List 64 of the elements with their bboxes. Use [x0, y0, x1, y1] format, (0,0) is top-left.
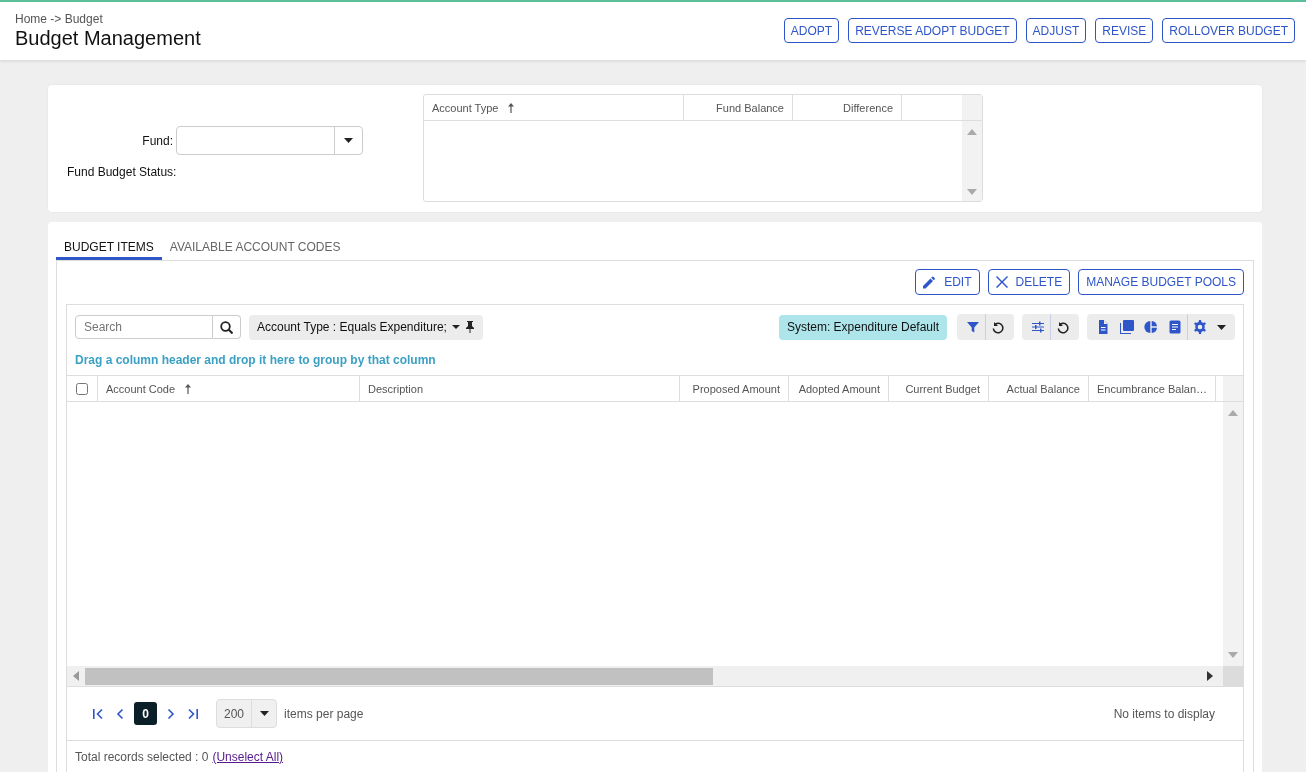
action-button[interactable]: DELETE: [987, 269, 1071, 295]
group-hint: Drag a column header and drop it here to group by that column: [74, 352, 437, 369]
column-header[interactable]: Current Budget: [889, 376, 989, 401]
column-header[interactable]: Account Type: [424, 95, 684, 120]
pie-chart-icon: [1144, 320, 1158, 334]
items-per-page-label: items per page: [284, 706, 364, 721]
fund-label: Fund:: [142, 133, 173, 148]
caret-down-icon: [259, 711, 269, 716]
column-header[interactable]: Description: [360, 376, 680, 401]
search-button[interactable]: [213, 315, 241, 339]
column-header[interactable]: Encumbrance Balan…: [1089, 376, 1217, 401]
first-icon: [92, 707, 104, 720]
caret-down-icon: [344, 138, 353, 143]
filter-icon: [966, 320, 980, 334]
reset-icon: [991, 320, 1005, 334]
filter-chip[interactable]: Account Type : Equals Expenditure;: [249, 314, 483, 340]
header-button[interactable]: ROLLOVER BUDGET: [1162, 18, 1295, 43]
column-header[interactable]: Actual Balance: [989, 376, 1089, 401]
selection-count: Total records selected : 0: [75, 750, 209, 764]
pager-status: No items to display: [1113, 706, 1215, 721]
search-icon: [220, 320, 233, 334]
previous-icon: [114, 707, 126, 720]
search-field[interactable]: Search: [75, 315, 213, 339]
sliders-icon: [1031, 320, 1045, 334]
report-icon: [1168, 320, 1182, 334]
page-number[interactable]: 0: [134, 702, 157, 725]
column-header[interactable]: Difference: [793, 95, 902, 120]
tab[interactable]: AVAILABLE ACCOUNT CODES: [161, 230, 349, 260]
scroll-down-icon: [1228, 652, 1238, 658]
sort-ascending-icon: [507, 102, 516, 113]
settings-icon: [1193, 320, 1207, 334]
scroll-left-icon: [73, 671, 79, 681]
sort-ascending-icon: [184, 383, 193, 394]
breadcrumb: Home -> Budget: [15, 12, 104, 26]
document-icon: [1096, 320, 1110, 334]
header-button[interactable]: ADOPT: [783, 18, 840, 43]
page-title: Budget Management: [15, 27, 201, 50]
select-all-checkbox[interactable]: [76, 382, 88, 395]
view-chip[interactable]: System: Expenditure Default: [778, 314, 947, 340]
caret-down-icon: [451, 325, 460, 329]
pin-icon: [464, 321, 475, 333]
scroll-up-icon: [967, 129, 977, 135]
tab[interactable]: BUDGET ITEMS: [56, 230, 162, 260]
column-header[interactable]: Proposed Amount: [680, 376, 789, 401]
caret-down-icon: [1217, 324, 1226, 330]
column-header[interactable]: Adopted Amount: [789, 376, 889, 401]
scroll-up-icon: [1228, 410, 1238, 416]
action-button[interactable]: EDIT: [915, 269, 980, 295]
page-size-dropdown[interactable]: 200: [216, 699, 278, 728]
header-button[interactable]: REVERSE ADOPT BUDGET: [848, 18, 1017, 43]
unselect-all-link[interactable]: (Unselect All): [212, 750, 284, 764]
reset-icon: [1056, 320, 1070, 334]
column-header[interactable]: Fund Balance: [684, 95, 793, 120]
scroll-down-icon: [967, 189, 977, 195]
fund-budget-status-label: Fund Budget Status:: [67, 165, 178, 179]
scroll-right-icon: [1207, 671, 1213, 681]
action-button[interactable]: MANAGE BUDGET POOLS: [1078, 269, 1244, 295]
column-header[interactable]: Account Code: [98, 376, 360, 401]
header-button[interactable]: ADJUST: [1025, 18, 1087, 43]
last-icon: [187, 707, 199, 720]
pencil-icon: [923, 275, 937, 289]
close-icon: [995, 276, 1008, 288]
header-button[interactable]: REVISE: [1095, 18, 1154, 43]
next-icon: [165, 707, 177, 720]
